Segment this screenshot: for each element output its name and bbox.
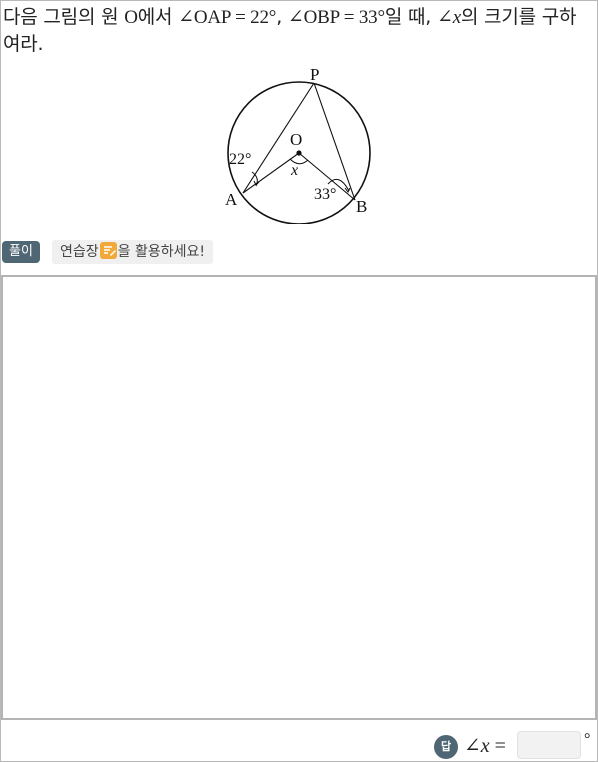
given-angle-obp: ∠OBP = 33° [287,7,385,28]
question-part: , [276,6,288,28]
circle-figure: P O A B x 22° 33° [215,64,385,228]
answer-label: ∠x = [464,733,506,759]
notepad-hint[interactable]: 연습장 을 활용하세요! [52,240,213,264]
label-x: x [290,162,298,179]
solution-badge: 풀이 [2,241,40,263]
label-o: O [290,130,302,149]
variable-x: x [480,735,490,757]
circle-name: O [124,7,138,28]
angle-symbol: ∠ [436,7,453,28]
notepad-area[interactable] [1,275,597,720]
answer-input[interactable] [517,731,581,759]
variable-x: x [452,7,461,28]
question-text: 다음 그림의 원 O에서 ∠OAP = 22°, ∠OBP = 33°일 때, … [3,4,593,57]
circle-diagram: P O A B x 22° 33° [225,65,371,225]
hint-text: 연습장 [60,244,99,260]
label-p: P [310,65,319,84]
angle-label-33: 33° [314,186,336,203]
center-point [296,150,302,156]
answer-row: 답 ∠x = ° [434,731,594,761]
question-part: 다음 그림의 원 [3,6,125,28]
equals-sign: = [489,735,506,757]
degree-unit: ° [584,731,591,748]
question-part: 일 때, [384,6,437,28]
label-a: A [225,190,238,209]
question-part: 에서 [137,6,179,28]
hint-text: 을 활용하세요! [117,244,205,260]
segment-pa [242,82,315,194]
answer-badge: 답 [434,735,458,759]
pencil-notepad-icon [99,242,117,259]
angle-symbol: ∠ [464,735,481,757]
angle-label-22: 22° [229,151,251,168]
label-b: B [356,197,367,216]
given-angle-oap: ∠OAP = 22° [178,7,277,28]
